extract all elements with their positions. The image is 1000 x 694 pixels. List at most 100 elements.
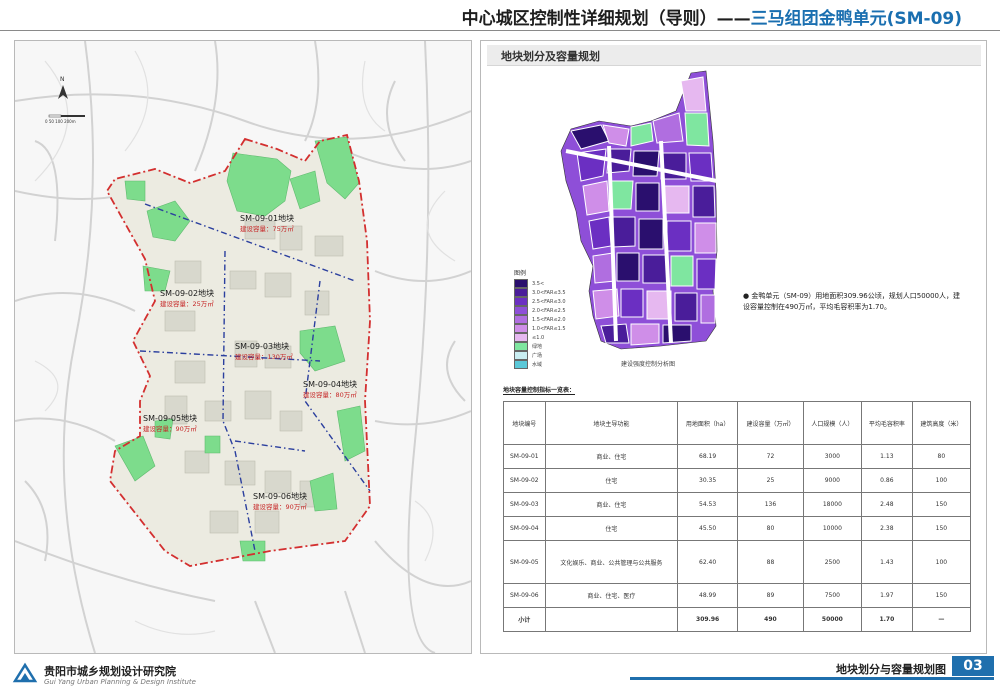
unit-summary: ● 金鸭单元（SM-09）用地面积309.96公顷，规划人口50000人，建设容… <box>743 292 961 311</box>
table-cell: 商业、住宅 <box>544 444 679 469</box>
table-cell: 89 <box>737 583 804 608</box>
table-cell: SM-09-03 <box>503 492 546 517</box>
plot-name: SM-09-03地块 <box>235 341 289 351</box>
plot-capacity: 建设容量：90万㎡ <box>143 424 197 433</box>
table-cell: 住宅 <box>544 468 679 493</box>
table-cell: 136 <box>737 492 804 517</box>
table-cell: 9000 <box>802 468 862 493</box>
table-cell: 0.86 <box>860 468 913 493</box>
page-footer: 贵阳市城乡规划设计研究院 Gui Yang Urban Planning & D… <box>0 655 1000 694</box>
legend-label: 3.0<FAR≤3.5 <box>532 289 566 296</box>
table-total-row: 小计 309.96 490 50000 1.70 — <box>503 607 972 632</box>
org-name: 贵阳市城乡规划设计研究院 <box>44 665 176 678</box>
table-cell: 文化娱乐、商业、公共管理与公共服务 <box>544 540 679 584</box>
table-row: SM-09-03 商业、住宅 54.53 136 18000 2.48 150 <box>503 492 972 517</box>
table-cell: 80 <box>911 444 972 469</box>
legend-swatch <box>514 306 528 315</box>
table-cell: 商业、住宅、医疗 <box>544 583 679 608</box>
table-cell: SM-09-04 <box>503 516 546 541</box>
legend-label: 1.0<FAR≤1.5 <box>532 325 566 332</box>
table-cell: 80 <box>737 516 804 541</box>
legend-label: 1.5<FAR≤2.0 <box>532 316 566 323</box>
table-row: SM-09-01 商业、住宅 68.19 72 3000 1.13 80 <box>503 444 972 469</box>
legend-item: 2.5<FAR≤3.0 <box>514 297 566 306</box>
footer-page-title: 地块划分与容量规划图 <box>836 663 946 676</box>
header-divider <box>0 30 1000 31</box>
legend-item: 2.0<FAR≤2.5 <box>514 306 566 315</box>
scale-label: 0 50 100 200m <box>45 119 76 124</box>
legend-item: 3.5< <box>514 279 566 288</box>
table-cell: 490 <box>737 607 804 632</box>
legend-item: 绿地 <box>514 342 566 351</box>
table-header-cell: 建筑高度（米） <box>911 401 972 445</box>
table-cell: 48.99 <box>677 583 739 608</box>
legend-label: 水域 <box>532 362 543 368</box>
table-cell: 309.96 <box>677 607 739 632</box>
plot-name: SM-09-06地块 <box>253 491 307 501</box>
table-cell: 150 <box>911 583 972 608</box>
north-label: N <box>60 76 65 83</box>
table-cell: 25 <box>737 468 804 493</box>
table-cell: SM-09-05 <box>503 540 546 584</box>
table-row: SM-09-06 商业、住宅、医疗 48.99 89 7500 1.97 150 <box>503 583 972 608</box>
legend-swatch <box>514 315 528 324</box>
map-canvas: N 0 50 100 200m SM-09-01地块 建设容量：75万㎡ SM-… <box>15 41 471 653</box>
table-cell: 7500 <box>802 583 862 608</box>
table-cell: 100 <box>911 468 972 493</box>
table-cell: 住宅 <box>544 516 679 541</box>
table-cell <box>544 607 679 632</box>
legend-label: ≤1.0 <box>532 334 545 341</box>
legend-label: 2.5<FAR≤3.0 <box>532 298 566 305</box>
legend-label: 3.5< <box>532 280 545 287</box>
table-cell: 54.53 <box>677 492 739 517</box>
table-cell: 1.97 <box>860 583 913 608</box>
legend-label: 广场 <box>532 353 543 359</box>
table-cell: 2.38 <box>860 516 913 541</box>
footer-accent-bar <box>630 677 994 680</box>
scale-bar: 0 50 100 200m <box>45 114 85 124</box>
legend-swatch <box>514 324 528 333</box>
title-unit: 三马组团金鸭单元(SM-09) <box>750 9 962 29</box>
page-header: 中心城区控制性详细规划（导则）——三马组团金鸭单元(SM-09) <box>0 0 1000 34</box>
table-cell: 1.43 <box>860 540 913 584</box>
table-cell: SM-09-06 <box>503 583 546 608</box>
legend-title: 图例 <box>514 270 527 277</box>
capacity-panel: 地块划分及容量规划 图例 3.5< 3.0<FAR≤3.5 2.5<FAR≤3.… <box>480 40 987 654</box>
table-header-cell: 建设容量（万㎡） <box>737 401 804 445</box>
page-number: 03 <box>952 656 994 676</box>
legend-swatch <box>514 279 528 288</box>
table-cell: 2500 <box>802 540 862 584</box>
table-row: SM-09-05 文化娱乐、商业、公共管理与公共服务 62.40 88 2500… <box>503 540 972 584</box>
plot-division-map[interactable]: N 0 50 100 200m SM-09-01地块 建设容量：75万㎡ SM-… <box>14 40 472 654</box>
table-cell: 72 <box>737 444 804 469</box>
legend-item: 3.0<FAR≤3.5 <box>514 288 566 297</box>
table-header-row: 地块编号 地块主导功能 用地面积（ha） 建设容量（万㎡） 人口规模（人） 平均… <box>503 401 972 445</box>
legend-item: 水域 <box>514 360 566 369</box>
legend-item: 广场 <box>514 351 566 360</box>
legend-swatch <box>514 333 528 342</box>
legend-item: 1.0<FAR≤1.5 <box>514 324 566 333</box>
table-cell: 30.35 <box>677 468 739 493</box>
table-cell: SM-09-02 <box>503 468 546 493</box>
intensity-map-caption: 建设强度控制分析图 <box>621 361 676 368</box>
legend-label: 2.0<FAR≤2.5 <box>532 307 566 314</box>
table-cell: 3000 <box>802 444 862 469</box>
plot-name: SM-09-04地块 <box>303 379 357 389</box>
table-cell: 18000 <box>802 492 862 517</box>
table-cell: 68.19 <box>677 444 739 469</box>
legend-item: 1.5<FAR≤2.0 <box>514 315 566 324</box>
table-header-cell: 地块编号 <box>503 401 546 445</box>
legend-swatch <box>514 297 528 306</box>
legend-swatch <box>514 342 528 351</box>
legend-label: 绿地 <box>532 344 543 350</box>
title-main: 中心城区控制性详细规划（导则）—— <box>461 9 751 29</box>
table-cell: 1.13 <box>860 444 913 469</box>
plot-capacity: 建设容量：90万㎡ <box>253 502 307 511</box>
legend-swatch <box>514 288 528 297</box>
plot-capacity: 建设容量：130万㎡ <box>235 352 293 361</box>
plot-capacity: 建设容量：80万㎡ <box>303 390 357 399</box>
table-cell: 62.40 <box>677 540 739 584</box>
intensity-legend: 3.5< 3.0<FAR≤3.5 2.5<FAR≤3.0 2.0<FAR≤2.5 1.5… <box>514 279 566 369</box>
table-cell: 小计 <box>503 607 546 632</box>
table-cell: 1.70 <box>860 607 913 632</box>
